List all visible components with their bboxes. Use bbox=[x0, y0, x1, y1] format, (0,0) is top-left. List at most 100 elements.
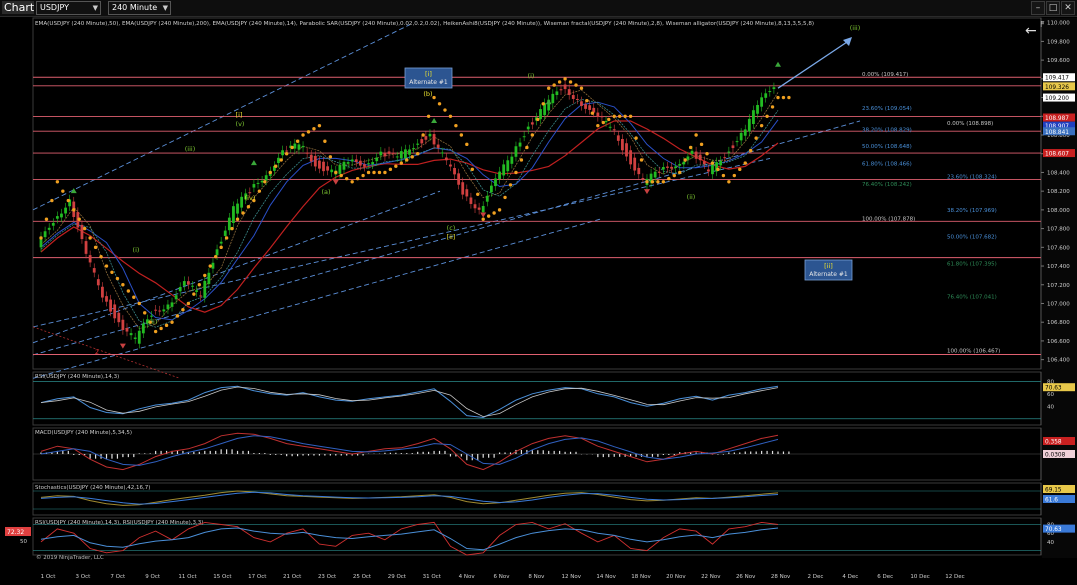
candle-body bbox=[338, 164, 342, 174]
candle-body bbox=[264, 175, 268, 181]
candle-body bbox=[408, 149, 411, 155]
candle-body bbox=[281, 150, 284, 156]
candle-body bbox=[752, 110, 755, 124]
sar-dot bbox=[181, 308, 185, 312]
y-tick-label: 109.800 bbox=[1047, 39, 1070, 45]
candle-body bbox=[215, 249, 219, 256]
candle-body bbox=[444, 157, 448, 161]
candle-body bbox=[162, 309, 166, 312]
candle-body bbox=[559, 89, 563, 91]
candle-body bbox=[47, 227, 51, 230]
macd-value-label: 0.358 bbox=[1045, 440, 1062, 446]
wave-box-subtitle: Alternate #1 bbox=[409, 79, 448, 86]
candle-body bbox=[514, 146, 518, 157]
candle-body bbox=[621, 138, 624, 151]
candle-body bbox=[469, 197, 473, 204]
sar-dot bbox=[197, 283, 202, 287]
sar-dot bbox=[39, 236, 43, 240]
sar-dot bbox=[192, 292, 196, 296]
rsi-panel-title: RSI(USDJPY (240 Minute),14,3) bbox=[35, 374, 119, 380]
x-tick-label: 9 Oct bbox=[145, 574, 161, 580]
x-tick-label: 12 Nov bbox=[562, 574, 582, 580]
candle-body bbox=[723, 157, 727, 159]
candle-body bbox=[105, 296, 108, 302]
candle-body bbox=[727, 151, 731, 153]
candle-body bbox=[539, 109, 542, 120]
sar-dot bbox=[585, 98, 589, 103]
x-tick-label: 22 Nov bbox=[701, 574, 721, 580]
candle-body bbox=[510, 156, 514, 164]
candle-body bbox=[453, 167, 456, 175]
candle-body bbox=[178, 286, 182, 292]
candle-body bbox=[428, 133, 432, 137]
stoch-d-label: 61.6 bbox=[1045, 498, 1058, 504]
candle-body bbox=[743, 129, 747, 136]
sar-dot bbox=[486, 214, 491, 218]
sar-dot bbox=[650, 180, 655, 184]
sar-dot bbox=[541, 102, 545, 106]
candle-body bbox=[760, 97, 764, 107]
candle-body bbox=[473, 204, 477, 209]
sar-dot bbox=[497, 208, 502, 212]
candle-body bbox=[575, 98, 579, 100]
x-tick-label: 4 Nov bbox=[459, 574, 476, 580]
candle-body bbox=[84, 241, 88, 254]
sar-dot bbox=[77, 217, 81, 221]
candle-body bbox=[670, 166, 673, 169]
wave-label: (b) bbox=[423, 90, 432, 98]
sar-dot bbox=[61, 189, 65, 193]
sar-dot bbox=[770, 105, 775, 109]
candle-body bbox=[297, 144, 301, 150]
sar-dot bbox=[514, 170, 518, 175]
x-tick-label: 21 Oct bbox=[283, 574, 302, 580]
candle-body bbox=[698, 154, 702, 161]
sar-dot bbox=[213, 254, 218, 259]
indicators-legend: EMA(USDJPY (240 Minute),50), EMA(USDJPY … bbox=[35, 21, 814, 27]
sar-dot bbox=[705, 152, 709, 156]
fib-level-label: 0.00% (109.417) bbox=[862, 72, 908, 78]
back-arrow-icon[interactable]: ← bbox=[1025, 23, 1037, 39]
sar-dot bbox=[405, 158, 409, 162]
candle-body bbox=[96, 279, 100, 286]
y-tick-label: 108.000 bbox=[1047, 208, 1070, 214]
candle-body bbox=[604, 120, 608, 123]
wave-box-title: [ii] bbox=[824, 262, 833, 270]
chart-canvas[interactable]: 110.000109.800109.600109.400109.200109.0… bbox=[0, 0, 1077, 585]
sar-dot bbox=[596, 123, 600, 128]
sar-dot bbox=[143, 311, 147, 315]
y-tick-label: 107.600 bbox=[1047, 245, 1070, 251]
sar-dot bbox=[208, 264, 212, 268]
sar-dot bbox=[410, 155, 414, 159]
candle-body bbox=[207, 272, 211, 284]
sar-dot bbox=[459, 133, 464, 137]
sar-dot bbox=[328, 155, 333, 159]
fib-alt-level-label: 61.80% (107.395) bbox=[947, 262, 997, 268]
candle-body bbox=[596, 112, 600, 117]
candle-body bbox=[43, 231, 47, 238]
sar-dot bbox=[639, 158, 644, 162]
candle-body bbox=[371, 162, 375, 165]
sar-dot bbox=[754, 136, 758, 140]
price-badge-label: 109.326 bbox=[1045, 85, 1069, 91]
sar-dot bbox=[765, 114, 769, 118]
price-badge-label: 108.607 bbox=[1045, 152, 1069, 158]
sar-dot bbox=[492, 211, 496, 215]
candle-body bbox=[391, 152, 395, 154]
x-tick-label: 23 Oct bbox=[318, 574, 337, 580]
x-tick-label: 25 Oct bbox=[353, 574, 372, 580]
candle-body bbox=[367, 163, 370, 165]
y-tick-label: 107.200 bbox=[1047, 283, 1070, 289]
candle-body bbox=[522, 136, 526, 138]
candle-body bbox=[420, 139, 424, 144]
sar-dot bbox=[219, 245, 223, 250]
candle-body bbox=[678, 163, 682, 166]
sar-dot bbox=[432, 95, 436, 100]
sar-dot bbox=[781, 95, 786, 100]
candle-body bbox=[260, 180, 264, 183]
candle-body bbox=[256, 182, 260, 184]
sar-dot bbox=[557, 80, 562, 84]
candle-body bbox=[121, 319, 125, 331]
candle-body bbox=[60, 213, 63, 218]
candle-body bbox=[363, 164, 366, 167]
wave-label: (c) bbox=[447, 224, 456, 232]
